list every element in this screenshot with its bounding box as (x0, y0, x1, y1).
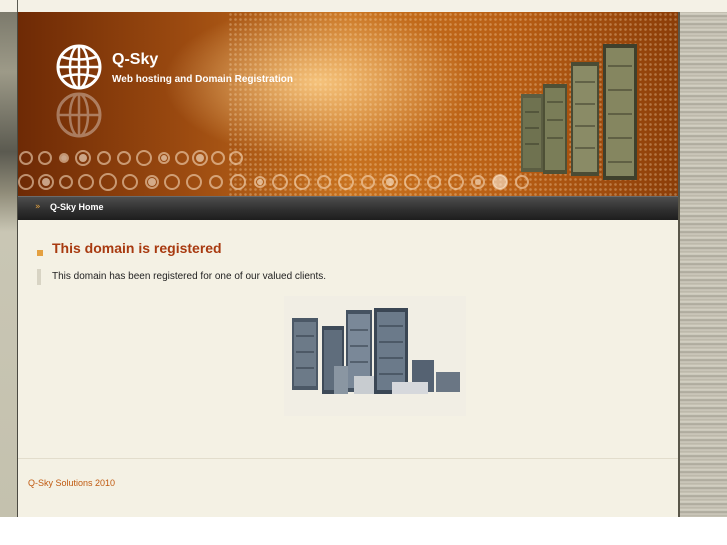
decorative-rings (18, 150, 529, 191)
site-tagline: Web hosting and Domain Registration (112, 74, 293, 85)
top-strip (0, 0, 727, 12)
header-banner: Q-Sky Web hosting and Domain Registratio… (18, 12, 678, 196)
site-title[interactable]: Q-Sky (112, 51, 158, 69)
servers-image (284, 296, 466, 416)
page-bottom (0, 517, 727, 545)
server-racks-image (521, 44, 637, 180)
globe-icon[interactable] (56, 44, 102, 90)
left-side-background (0, 12, 18, 517)
main-content: This domain is registered This domain ha… (18, 220, 678, 517)
nav-bar: » Q-Sky Home (18, 196, 678, 221)
quote-bar (37, 269, 41, 285)
double-chevron-right-icon: » (35, 202, 41, 212)
globe-reflection-icon (56, 92, 102, 138)
right-edge-line (678, 12, 680, 517)
title-bullet-icon (37, 250, 43, 256)
nav-link-home[interactable]: Q-Sky Home (50, 202, 104, 212)
top-strip-divider (17, 0, 18, 12)
page-title: This domain is registered (52, 240, 222, 256)
body-text: This domain has been registered for one … (52, 271, 327, 282)
right-side-background (678, 12, 727, 517)
footer-text: Q-Sky Solutions 2010 (28, 478, 116, 488)
footer-divider (18, 458, 678, 459)
